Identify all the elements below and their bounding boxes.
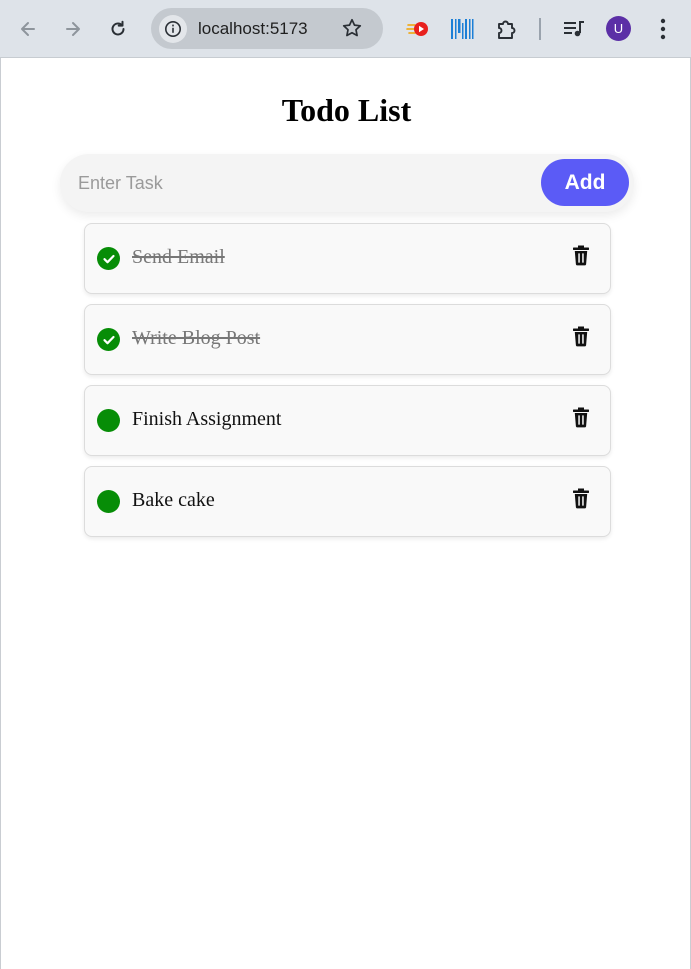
todo-status-circle[interactable] xyxy=(97,247,120,270)
page-title: Todo List xyxy=(281,92,412,128)
profile-avatar[interactable]: U xyxy=(606,16,631,41)
reload-icon xyxy=(111,20,125,36)
trash-icon[interactable] xyxy=(571,487,591,514)
trash-icon[interactable] xyxy=(571,325,591,352)
todo-item[interactable]: Finish Assignment xyxy=(84,385,611,456)
media-queue-icon[interactable] xyxy=(562,17,586,46)
todo-item[interactable]: Send Email xyxy=(84,223,611,294)
todo-text: Write Blog Post xyxy=(132,327,261,349)
todo-list: Send Email Write Blog Post Finish Assign… xyxy=(84,223,611,547)
page-content: Todo List Add Send Email Write Blog Post… xyxy=(0,58,691,969)
extensions-puzzle-icon[interactable] xyxy=(495,17,519,46)
url-text: localhost:5173 xyxy=(198,19,308,38)
todo-status-circle[interactable] xyxy=(97,328,120,351)
forward-button[interactable] xyxy=(57,13,89,45)
site-info-icon[interactable] xyxy=(159,15,187,43)
todo-status-circle[interactable] xyxy=(97,490,120,513)
todo-text: Finish Assignment xyxy=(132,408,282,430)
toolbar-divider xyxy=(539,18,541,40)
video-extension-icon[interactable] xyxy=(406,19,430,44)
trash-icon[interactable] xyxy=(571,406,591,433)
arrow-right-icon xyxy=(66,22,80,36)
todo-item[interactable]: Bake cake xyxy=(84,466,611,537)
barcode-extension-icon[interactable] xyxy=(450,17,474,46)
arrow-left-icon xyxy=(21,22,35,36)
bookmark-star-icon[interactable] xyxy=(341,17,363,44)
address-bar[interactable]: localhost:5173 xyxy=(151,8,383,49)
todo-text: Send Email xyxy=(132,246,225,268)
check-icon xyxy=(102,254,115,263)
trash-icon[interactable] xyxy=(571,244,591,271)
task-input[interactable] xyxy=(60,154,530,212)
browser-toolbar: localhost:5173 U xyxy=(0,0,691,58)
add-button[interactable]: Add xyxy=(541,159,629,206)
todo-text: Bake cake xyxy=(132,489,215,511)
check-icon xyxy=(102,335,115,344)
task-input-bar: Add xyxy=(60,154,634,212)
todo-item[interactable]: Write Blog Post xyxy=(84,304,611,375)
todo-status-circle[interactable] xyxy=(97,409,120,432)
reload-button[interactable] xyxy=(102,13,134,45)
menu-kebab-icon[interactable] xyxy=(653,16,673,47)
back-button[interactable] xyxy=(12,13,44,45)
